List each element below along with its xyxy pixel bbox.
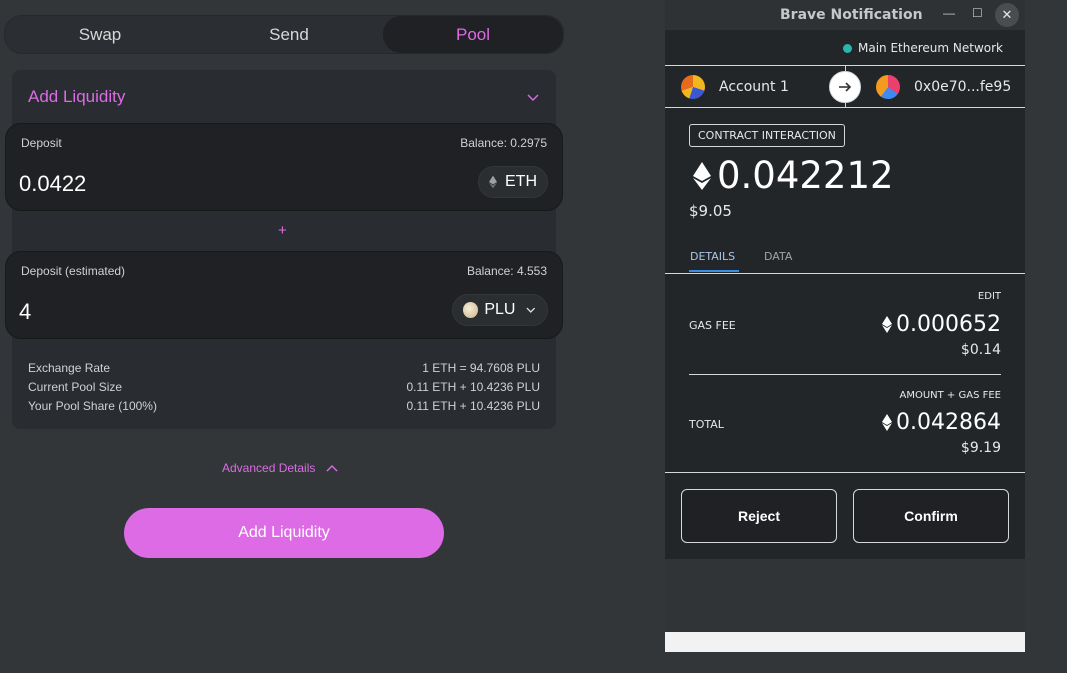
reject-button[interactable]: Reject — [681, 489, 837, 543]
avatar — [876, 75, 900, 99]
to-account-address: 0x0e70...fe95 — [914, 79, 1012, 95]
add-liquidity-dropdown[interactable]: Add Liquidity — [12, 70, 556, 122]
window-titlebar[interactable]: Brave Notification — ☐ ✕ — [665, 0, 1025, 30]
ethereum-icon — [882, 414, 893, 431]
tab-details[interactable]: DETAILS — [690, 250, 735, 263]
avatar — [681, 75, 705, 99]
divider — [689, 374, 1001, 375]
stat-label: Your Pool Share (100%) — [28, 399, 157, 413]
gas-fee-label: GAS FEE — [689, 319, 736, 332]
ethereum-icon — [693, 161, 711, 190]
total-value: 0.042864 — [896, 410, 1001, 435]
active-tab-indicator — [689, 270, 739, 272]
window-title: Brave Notification — [780, 7, 923, 23]
amount-value: 0.042212 — [717, 154, 894, 197]
contract-interaction-badge: CONTRACT INTERACTION — [689, 124, 845, 147]
arrow-right-icon — [829, 71, 861, 103]
add-liquidity-title: Add Liquidity — [28, 87, 126, 106]
gas-fee-usd: $0.14 — [960, 342, 1001, 358]
maximize-button[interactable]: ☐ — [972, 6, 983, 20]
chevron-up-icon — [326, 465, 338, 472]
total-amount: 0.042864 — [882, 410, 1001, 435]
stat-value: 1 ETH = 94.7608 PLU — [422, 361, 540, 375]
deposit-estimated-balance: Balance: 4.553 — [466, 264, 547, 278]
stat-row: Your Pool Share (100%) 0.11 ETH + 10.423… — [28, 399, 540, 413]
ethereum-icon — [882, 316, 893, 333]
amount-gas-caption: AMOUNT + GAS FEE — [899, 390, 1002, 401]
divider — [665, 472, 1025, 473]
brave-notification-window: Brave Notification — ☐ ✕ Main Ethereum N… — [665, 0, 1025, 652]
network-name: Main Ethereum Network — [857, 41, 1003, 55]
account-bar: Account 1 0x0e70...fe95 — [665, 65, 1025, 108]
deposit-estimated-label: Deposit (estimated) — [21, 264, 126, 278]
deposit-balance: Balance: 0.2975 — [460, 136, 547, 150]
gas-fee-amount: 0.000652 — [882, 312, 1001, 337]
pool-tab-bar: Swap Send Pool — [4, 15, 564, 54]
window-bottom-strip — [665, 632, 1025, 652]
plu-token-icon — [463, 302, 479, 318]
tab-data[interactable]: DATA — [764, 250, 792, 263]
minimize-button[interactable]: — — [943, 6, 955, 20]
plu-token-label: PLU — [484, 301, 516, 318]
amount-usd: $9.05 — [689, 202, 732, 220]
advanced-details-toggle[interactable]: Advanced Details — [222, 461, 339, 475]
deposit-estimated-input[interactable]: 4 — [19, 299, 31, 325]
advanced-details-label: Advanced Details — [222, 461, 316, 475]
stat-label: Exchange Rate — [28, 361, 111, 375]
stat-value: 0.11 ETH + 10.4236 PLU — [406, 380, 540, 394]
deposit-amount-input[interactable]: 0.0422 — [19, 171, 86, 197]
edit-gas-link[interactable]: EDIT — [978, 291, 1001, 302]
network-indicator[interactable]: Main Ethereum Network — [842, 41, 1003, 55]
stat-label: Current Pool Size — [28, 380, 123, 394]
add-liquidity-button[interactable]: Add Liquidity — [124, 508, 444, 558]
total-usd: $9.19 — [960, 440, 1001, 456]
tab-swap[interactable]: Swap — [5, 16, 195, 53]
transaction-amount: 0.042212 — [693, 154, 894, 197]
close-button[interactable]: ✕ — [995, 3, 1019, 27]
eth-token-button[interactable]: ETH — [478, 166, 548, 198]
plus-icon: + — [278, 222, 287, 239]
eth-token-label: ETH — [505, 173, 537, 190]
deposit-label: Deposit — [21, 136, 62, 150]
deposit-eth-panel: Deposit Balance: 0.2975 0.0422 ETH — [5, 123, 563, 211]
stat-row: Exchange Rate 1 ETH = 94.7608 PLU — [28, 361, 540, 375]
confirm-button[interactable]: Confirm — [853, 489, 1009, 543]
gas-fee-value: 0.000652 — [896, 312, 1001, 337]
divider — [665, 273, 1025, 274]
total-label: TOTAL — [689, 418, 724, 431]
ethereum-icon — [489, 175, 497, 189]
stat-value: 0.11 ETH + 10.4236 PLU — [406, 399, 540, 413]
network-status-dot — [842, 43, 852, 53]
chevron-down-icon — [527, 94, 539, 101]
from-account-name: Account 1 — [719, 79, 789, 95]
deposit-plu-panel: Deposit (estimated) Balance: 4.553 4 PLU — [5, 251, 563, 339]
tab-pool[interactable]: Pool — [383, 16, 563, 53]
chevron-down-icon — [526, 307, 536, 313]
tab-send[interactable]: Send — [195, 16, 383, 53]
empty-area — [665, 559, 1025, 632]
stat-row: Current Pool Size 0.11 ETH + 10.4236 PLU — [28, 380, 540, 394]
plu-token-select[interactable]: PLU — [452, 294, 548, 326]
